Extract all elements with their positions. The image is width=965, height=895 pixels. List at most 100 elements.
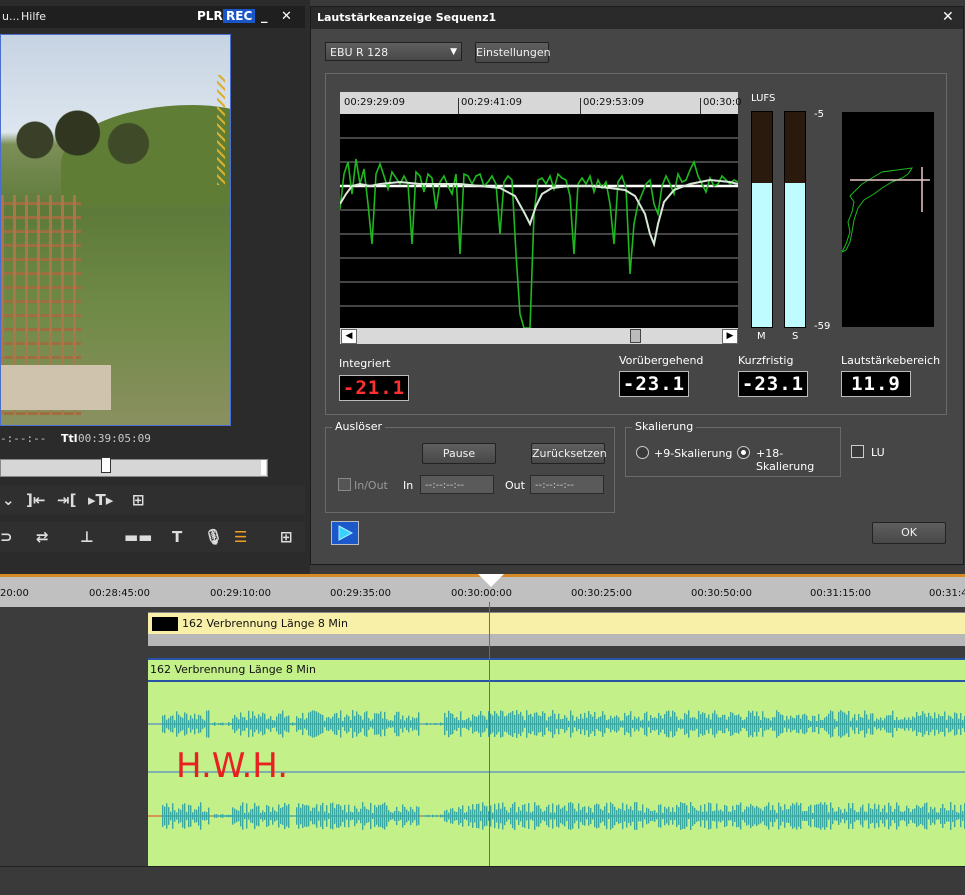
menu-item-help[interactable]: Hilfe [21,10,46,23]
scrub-out-marker[interactable] [261,460,266,475]
waveform-sample [408,716,409,733]
split-icon[interactable]: ⊞ [132,491,145,509]
waveform-sample [826,716,827,732]
scroll-right-icon[interactable]: ▶ [722,329,738,344]
transition-icon[interactable]: ▬▬ [124,528,152,546]
waveform-sample [248,813,249,820]
lufs-scale-bottom: -59 [814,321,830,332]
waveform-sample [868,719,869,728]
scrub-handle[interactable] [101,457,111,473]
waveform-sample [500,710,501,737]
trigger-title: Auslöser [332,420,385,433]
play-button[interactable] [331,521,359,545]
graph-scrollbar[interactable]: ◀ ▶ [340,328,738,344]
waveform-sample [176,711,177,736]
waveform-sample [734,715,735,733]
replace-icon[interactable]: ⇄ [36,528,49,546]
waveform-sample [506,810,507,821]
waveform-sample [630,711,631,737]
waveform-sample [858,714,859,734]
waveform-sample [348,716,349,732]
waveform-sample [516,710,517,738]
waveform-sample [380,805,381,827]
waveform-sample [310,811,311,821]
loop-icon[interactable]: ⊃ [0,528,13,546]
waveform-sample [470,810,471,823]
title-icon[interactable]: T [172,528,182,546]
waveform-sample [334,713,335,734]
lu-checkbox[interactable] [851,445,864,458]
playhead-handle[interactable] [478,574,504,587]
meter-s-label: S [792,331,798,342]
timeline-ruler-label: 00:28:45:00 [89,588,150,599]
audio-clip[interactable]: 162 Verbrennung Länge 8 Min H.W.H. [148,658,965,866]
waveform-sample [692,806,693,826]
reset-button[interactable]: Zurücksetzen [531,443,605,464]
waveform-sample [528,803,529,829]
settings-button[interactable]: Einstellungen [475,42,549,63]
waveform-sample [728,811,729,820]
mark-in-icon[interactable]: ]⇤ [26,491,45,509]
ok-button[interactable]: OK [872,522,946,544]
waveform-sample [844,809,845,824]
waveform-sample [416,806,417,826]
close-icon[interactable]: ✕ [281,9,292,24]
waveform-sample [376,713,377,734]
waveform-sample [654,810,655,822]
microphone-icon[interactable]: 🎙 [204,528,223,546]
mark-out-icon[interactable]: ⇥[ [57,491,76,509]
waveform-sample [612,718,613,730]
marker-icon[interactable]: ⊥ [80,528,94,546]
waveform-sample [308,806,309,827]
waveform-sample [214,722,215,726]
scroll-left-icon[interactable]: ◀ [341,329,357,344]
inout-checkbox[interactable] [338,478,351,491]
meter-panel: 00:29:29:09 00:29:41:09 00:29:53:09 00:3… [325,73,947,415]
out-timecode-field[interactable]: --:--:--:-- [530,475,604,494]
video-clip[interactable]: 162 Verbrennung Länge 8 Min [148,612,965,635]
waveform-sample [654,717,655,731]
waveform-sample [298,803,299,828]
waveform-sample [928,713,929,735]
waveform-sample [856,720,857,727]
waveform-sample [934,712,935,735]
waveform-sample [668,711,669,738]
scroll-thumb[interactable] [630,329,641,343]
grid-icon[interactable]: ⊞ [280,528,293,546]
waveform-sample [284,717,285,730]
audio-mixer-icon[interactable]: ☰ [234,528,247,546]
waveform-sample [180,716,181,731]
waveform-sample [788,809,789,823]
waveform-sample [266,805,267,827]
plr-mode-label[interactable]: PLR [197,9,223,23]
waveform-sample [400,812,401,820]
menu-item-truncated[interactable]: u... [2,10,19,23]
scale-9-radio[interactable] [636,446,649,459]
waveform-sample [958,813,959,820]
waveform-sample [328,813,329,819]
waveform-sample [692,717,693,731]
mode-select[interactable]: EBU R 128 ▼ [325,42,462,61]
insert-icon[interactable]: ▸T▸ [88,491,113,509]
scale-18-radio[interactable] [737,446,750,459]
in-timecode-field[interactable]: --:--:--:-- [420,475,494,494]
waveform-sample [750,713,751,736]
waveform-sample [430,816,431,817]
waveform-sample [194,809,195,822]
close-icon[interactable]: ✕ [942,9,954,25]
scrub-bar[interactable] [0,459,268,477]
waveform-sample [440,722,441,725]
waveform-sample [526,812,527,821]
waveform-sample [748,711,749,737]
chevron-down-icon[interactable]: ⌄ [2,491,15,509]
waveform-sample [848,803,849,829]
waveform-sample [808,720,809,728]
pause-button[interactable]: Pause [422,443,496,464]
waveform-sample [666,809,667,824]
minimize-icon[interactable]: _ [261,9,268,24]
range-label: Lautstärkebereich [841,354,940,367]
rec-mode-label[interactable]: REC [223,9,255,23]
waveform-sample [760,809,761,824]
waveform-sample [404,807,405,825]
waveform-sample [536,806,537,827]
